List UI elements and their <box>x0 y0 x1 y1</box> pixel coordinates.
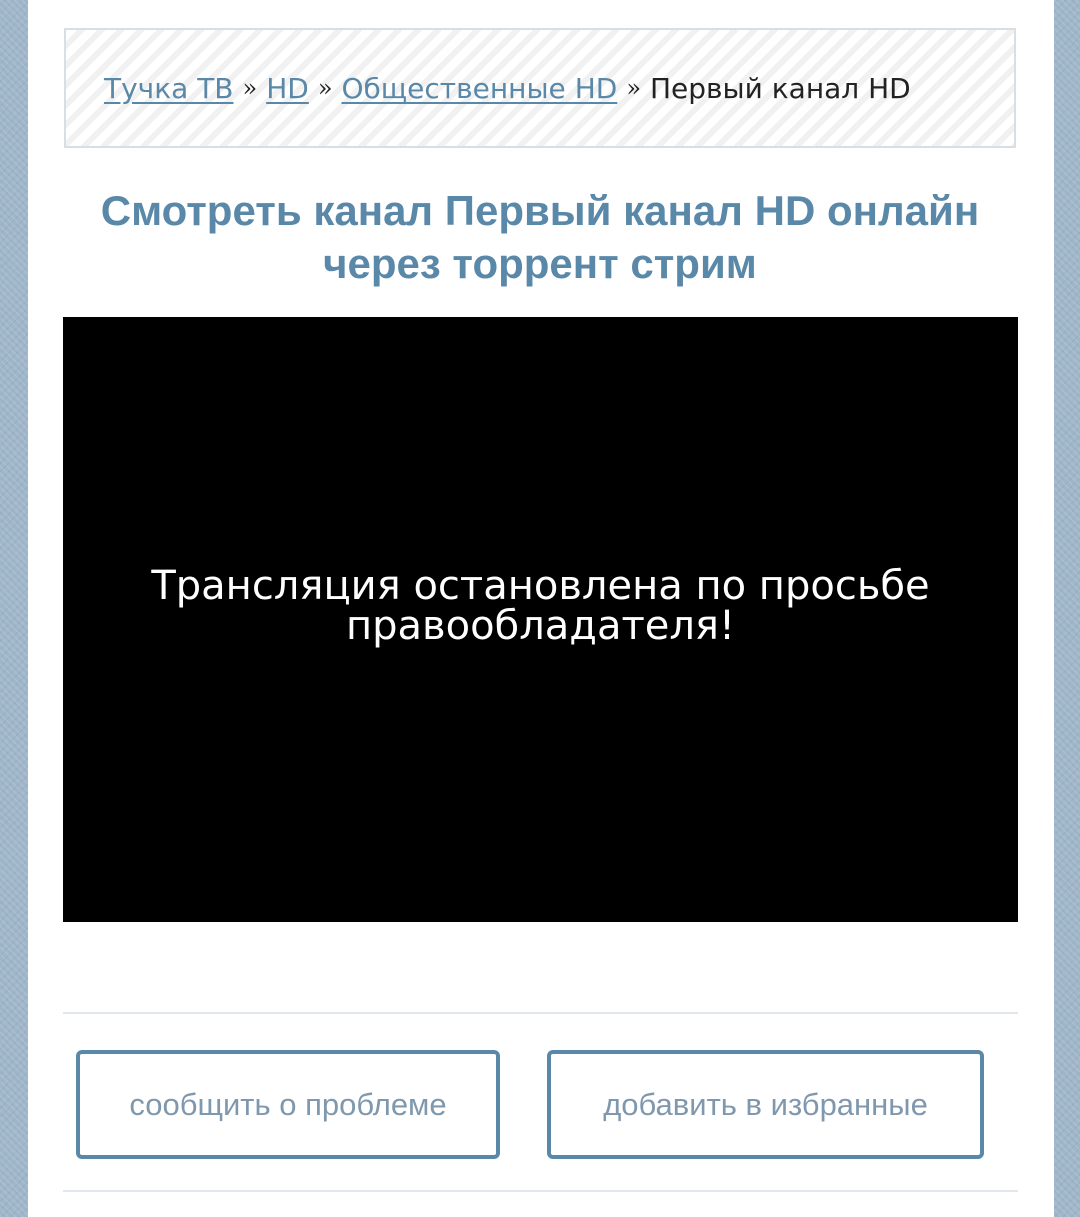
breadcrumb-separator: » <box>242 74 258 102</box>
video-player[interactable]: Трансляция остановлена по просьбе правоо… <box>63 317 1018 922</box>
divider <box>63 1012 1018 1014</box>
page-title: Смотреть канал Первый канал HD онлайн че… <box>100 187 980 287</box>
breadcrumb-separator: » <box>317 74 333 102</box>
content-panel: Тучка ТВ » HD » Общественные HD » Первый… <box>28 0 1054 1217</box>
breadcrumb-separator: » <box>626 74 641 102</box>
breadcrumb-link-public-hd[interactable]: Общественные HD <box>342 72 618 105</box>
player-message: Трансляция остановлена по просьбе правоо… <box>151 562 930 649</box>
breadcrumb-current: Первый канал HD <box>650 71 911 105</box>
report-problem-button[interactable]: сообщить о проблеме <box>76 1050 500 1159</box>
divider <box>63 1190 1018 1192</box>
add-to-favorites-button[interactable]: добавить в избранные <box>547 1050 984 1159</box>
breadcrumb: Тучка ТВ » HD » Общественные HD » Первый… <box>64 28 1016 148</box>
breadcrumb-link-hd[interactable]: HD <box>266 72 309 105</box>
breadcrumb-link-home[interactable]: Тучка ТВ <box>104 72 234 105</box>
